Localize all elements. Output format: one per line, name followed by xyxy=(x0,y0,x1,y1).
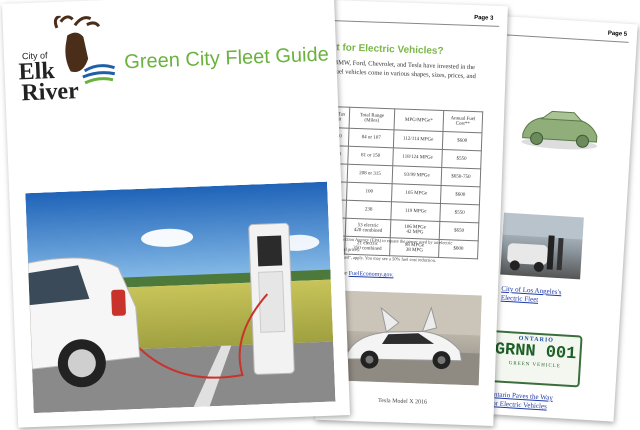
photo-caption: Tesla Model X 2016 xyxy=(377,397,428,406)
table-cell: 81 or 150 xyxy=(347,146,394,166)
table-cell: 84 or 107 xyxy=(348,128,395,148)
money-car-image xyxy=(521,110,598,150)
table-cell: 93/99 MPGe xyxy=(392,165,442,186)
resource-links: V or FuelEconomy.gov. xyxy=(336,270,393,278)
fueleconomy-link[interactable]: FuelEconomy.gov. xyxy=(349,271,394,279)
logo-river: River xyxy=(20,78,80,107)
table-cell: 112/114 MPGe xyxy=(393,129,443,150)
license-plate-image: ONTARIO GRNN 001 GREEN VEHICLE xyxy=(487,330,583,388)
table-cell: $600 xyxy=(442,131,482,151)
document-cover-page: City of Elk River Green City Fleet Guide xyxy=(2,0,351,428)
page-number: Page 3 xyxy=(473,15,494,22)
table-cell: $650-750 xyxy=(441,167,481,187)
ev-charging-photo xyxy=(25,181,336,414)
table-cell: $650 xyxy=(439,221,479,241)
table-cell: 53 electric 420 combined xyxy=(345,218,391,238)
table-header: Annual Fuel Cost** xyxy=(442,110,483,133)
table-cell: $550 xyxy=(439,203,480,223)
fleet-caption-link[interactable]: City of Los Angeles's Electric Fleet xyxy=(501,285,562,307)
table-cell: 105 MPGe xyxy=(391,183,442,204)
guide-title: Green City Fleet Guide xyxy=(123,43,330,74)
intro-paragraph: BMW, Ford, Chevrolet, and Tesla have inv… xyxy=(333,58,502,82)
section-heading: t for Electric Vehicles? xyxy=(336,42,444,57)
fleet-photo xyxy=(500,212,584,280)
table-cell: 208 or 315 xyxy=(347,164,393,184)
table-cell: 106 MPGe 42 MPG xyxy=(390,219,440,240)
table-cell: 238 xyxy=(345,200,392,220)
table-cell: 100 xyxy=(346,182,393,202)
table-cell: 118/124 MPGe xyxy=(392,147,443,168)
table-cell: 119 MPGe xyxy=(390,201,441,222)
table-cell: $600 xyxy=(440,185,481,205)
table-header: Total Range (Miles) xyxy=(349,107,395,130)
table-cell: $550 xyxy=(441,149,482,169)
ontario-caption-link[interactable]: Ontario Paves the Way For Electric Vehic… xyxy=(488,390,553,412)
elk-river-logo: City of Elk River xyxy=(17,14,120,110)
table-header: MPG/MPGe* xyxy=(394,108,444,132)
page-number: Page 5 xyxy=(607,30,628,38)
